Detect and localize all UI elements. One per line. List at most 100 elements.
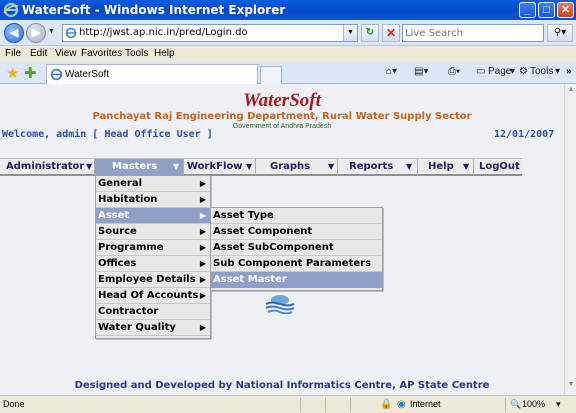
masters-dropdown: General ▶ Habitation ▶ Asset ▶ Source ▶ Prog… — [95, 175, 211, 339]
chevron-down-icon: ▼ — [406, 162, 413, 171]
chevron-right-icon: ▶ — [199, 227, 206, 236]
url-text[interactable]: http://jwst.ap.nic.in/pred/Login.do — [79, 27, 248, 38]
chevron-down-icon: ▼ — [173, 162, 180, 171]
window-titlebar: WaterSoft - Windows Internet Explorer _ … — [0, 0, 576, 20]
menu-file[interactable]: File — [5, 48, 21, 59]
favorites-star-icon[interactable]: ★ — [6, 64, 19, 82]
menu-masters[interactable]: Masters ▼ — [95, 159, 184, 175]
page-icon — [65, 27, 77, 39]
web-page: WaterSoft Panchayat Raj Engineering Depa… — [0, 84, 564, 395]
protected-mode-icon: 🔒 — [380, 399, 393, 410]
masters-item-habitation[interactable]: Habitation ▶ — [96, 192, 210, 208]
chevron-right-icon: ▶ — [199, 291, 206, 300]
tab-toolbar: ★ ✚ WaterSoft ⌂▾ ▤▾ ⎙▾ ▭ Page ▾ ⚙ Tools … — [0, 62, 576, 84]
vertical-scrollbar[interactable]: ▲ ▼ — [564, 84, 576, 395]
zoom-level[interactable]: 100% — [522, 399, 545, 409]
masters-item-programme[interactable]: Programme ▶ — [96, 240, 210, 256]
menu-help[interactable]: Help — [154, 48, 175, 59]
browser-menubar: File Edit View Favorites Tools Help — [0, 46, 576, 62]
menu-reports[interactable]: Reports ▼ — [338, 159, 418, 175]
menu-help-app[interactable]: Help ▼ — [418, 159, 474, 175]
menu-logout[interactable]: LogOut — [474, 159, 522, 175]
menu-edit[interactable]: Edit — [30, 48, 47, 59]
tools-menu-arrow-icon[interactable]: ▾ — [555, 66, 560, 77]
asset-item-asset-subcomponent[interactable]: Asset SubComponent — [211, 240, 382, 256]
chevron-right-icon: ▶ — [199, 179, 206, 188]
menu-tools[interactable]: Tools — [125, 48, 148, 59]
page-menu[interactable]: Page — [488, 66, 511, 77]
current-date: 12/01/2007 — [494, 129, 555, 140]
chevron-right-icon: ▶ — [199, 259, 206, 268]
zoom-dropdown-icon[interactable]: ▾ — [556, 399, 561, 410]
search-icon[interactable]: ⚲▾ — [547, 24, 573, 42]
window-title: WaterSoft - Windows Internet Explorer — [22, 3, 286, 17]
menu-workflow[interactable]: WorkFlow ▼ — [184, 159, 256, 175]
tab-watersoft[interactable]: WaterSoft — [46, 64, 258, 84]
feeds-icon[interactable]: ▤▾ — [414, 66, 428, 77]
menu-view[interactable]: View — [55, 48, 77, 59]
home-icon[interactable]: ⌂▾ — [386, 66, 397, 77]
print-icon[interactable]: ⎙▾ — [448, 66, 460, 77]
stop-icon[interactable]: ✕ — [382, 24, 400, 42]
asset-submenu: Asset Type Asset Component Asset SubComp… — [210, 207, 383, 291]
masters-item-offices[interactable]: Offices ▶ — [96, 256, 210, 272]
forward-button[interactable]: ▶ — [26, 23, 46, 43]
masters-item-general[interactable]: General ▶ — [96, 176, 210, 192]
search-input[interactable] — [403, 25, 541, 41]
add-favorite-icon[interactable]: ✚ — [24, 64, 37, 82]
back-button[interactable]: ◀ — [4, 23, 24, 43]
address-bar[interactable]: http://jwst.ap.nic.in/pred/Login.do ▼ — [62, 24, 358, 42]
refresh-icon[interactable]: ↻ — [361, 24, 379, 42]
asset-item-asset-component[interactable]: Asset Component — [211, 224, 382, 240]
masters-item-head-of-accounts[interactable]: Head Of Accounts ▶ — [96, 288, 210, 304]
security-zone: Internet — [410, 399, 441, 409]
chevron-right-icon: ▶ — [199, 323, 206, 332]
scroll-down-icon[interactable]: ▼ — [566, 381, 576, 391]
minimize-button[interactable]: _ — [519, 2, 536, 18]
department-name: Panchayat Raj Engineering Department, Ru… — [92, 111, 472, 122]
maximize-button[interactable]: □ — [538, 2, 555, 18]
chevron-right-icon: ▶ — [199, 243, 206, 252]
zoom-icon[interactable]: 🔍 — [510, 399, 521, 410]
address-dropdown-icon[interactable]: ▼ — [343, 25, 357, 41]
tools-menu-icon[interactable]: ⚙ — [519, 66, 528, 77]
new-tab-button[interactable] — [260, 66, 282, 84]
chevron-right-icon: ▶ — [199, 195, 206, 204]
masters-item-contractor[interactable]: Contractor — [96, 304, 210, 320]
close-button[interactable]: ✕ — [557, 2, 574, 18]
address-toolbar: ◀ ▶ ▼ http://jwst.ap.nic.in/pred/Login.d… — [0, 20, 576, 46]
menu-administrator[interactable]: Administrator ▼ — [0, 159, 95, 175]
internet-zone-icon: ◉ — [397, 399, 406, 410]
status-bar: Done 🔒 ◉ Internet 🔍 100% ▾ — [0, 395, 576, 413]
page-menu-icon[interactable]: ▭ — [476, 66, 485, 77]
masters-item-asset[interactable]: Asset ▶ — [96, 208, 210, 224]
ie-logo-icon — [3, 2, 19, 18]
menu-favorites[interactable]: Favorites — [81, 48, 122, 59]
masters-item-source[interactable]: Source ▶ — [96, 224, 210, 240]
app-menubar: Administrator ▼ Masters ▼ WorkFlow ▼ Gra… — [0, 158, 522, 176]
asset-item-asset-master[interactable]: Asset Master — [211, 272, 382, 288]
asset-item-sub-component-parameters[interactable]: Sub Component Parameters — [211, 256, 382, 272]
history-dropdown-icon[interactable]: ▼ — [48, 28, 55, 35]
tab-page-icon — [50, 68, 63, 81]
search-box[interactable] — [402, 24, 544, 42]
chevron-right-icon: ▶ — [199, 211, 206, 220]
tools-menu[interactable]: Tools — [530, 66, 553, 77]
page-menu-arrow-icon[interactable]: ▾ — [510, 66, 515, 77]
welcome-text: Welcome, admin [ Head Office User ] — [2, 129, 213, 140]
page-footer: Designed and Developed by National Infor… — [74, 380, 490, 391]
scroll-up-icon[interactable]: ▲ — [566, 86, 576, 96]
tab-title: WaterSoft — [65, 69, 110, 80]
chevron-down-icon: ▼ — [86, 162, 93, 171]
chevron-more-icon[interactable]: » — [566, 66, 572, 77]
chevron-down-icon: ▼ — [328, 162, 335, 171]
masters-item-water-quality[interactable]: Water Quality ▶ — [96, 320, 210, 336]
menu-graphs[interactable]: Graphs ▼ — [256, 159, 338, 175]
app-brand: WaterSoft — [243, 90, 321, 111]
masters-item-employee-details[interactable]: Employee Details ▶ — [96, 272, 210, 288]
chevron-down-icon: ▼ — [463, 162, 470, 171]
status-text: Done — [3, 399, 25, 409]
chevron-right-icon: ▶ — [199, 275, 206, 284]
water-waves-icon — [265, 295, 295, 314]
asset-item-asset-type[interactable]: Asset Type — [211, 208, 382, 224]
